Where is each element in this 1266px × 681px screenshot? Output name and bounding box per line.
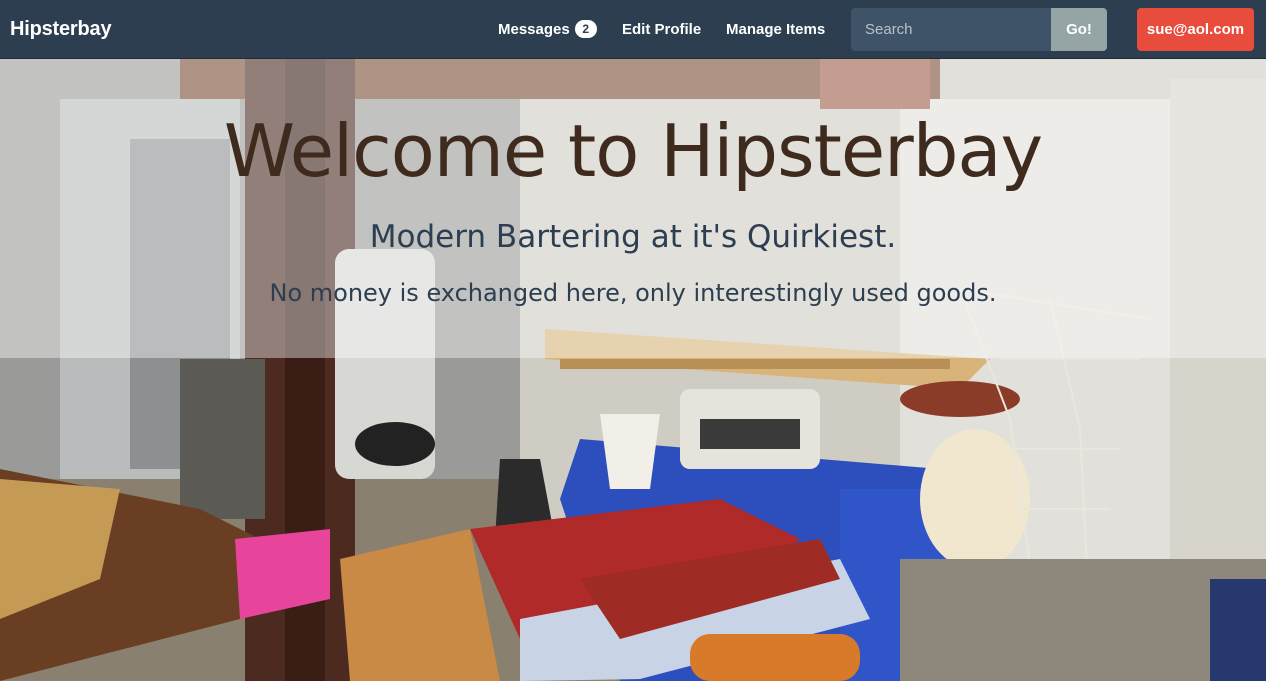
search-go-button[interactable]: Go! (1051, 8, 1107, 51)
hero-subtitle: Modern Bartering at it's Quirkiest. (369, 219, 897, 255)
hero-jumbotron: Welcome to Hipsterbay Modern Bartering a… (0, 59, 1266, 358)
search-input[interactable] (851, 8, 1052, 51)
navbar: Hipsterbay Messages 2 Edit Profile Manage… (0, 0, 1266, 59)
hero-tagline: No money is exchanged here, only interes… (269, 279, 997, 307)
nav-edit-profile-link[interactable]: Edit Profile (622, 0, 701, 59)
brand-link[interactable]: Hipsterbay (10, 0, 112, 59)
nav-messages-link[interactable]: Messages 2 (498, 0, 597, 59)
hero-title: Welcome to Hipsterbay (223, 109, 1043, 193)
nav-manage-items-link[interactable]: Manage Items (726, 0, 825, 59)
nav-messages-label: Messages (498, 21, 570, 38)
user-account-button[interactable]: sue@aol.com (1137, 8, 1254, 51)
messages-count-badge: 2 (574, 20, 597, 38)
